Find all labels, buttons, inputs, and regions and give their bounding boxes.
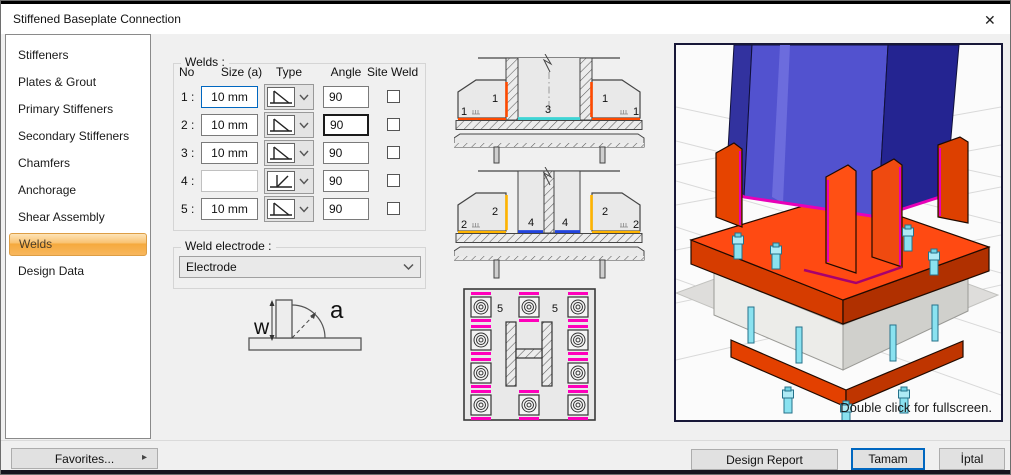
electrode-select[interactable]: Electrode (179, 256, 421, 278)
weld-size-input-2[interactable] (201, 114, 258, 136)
site-weld-checkbox-2[interactable] (387, 118, 400, 131)
preview-caption: Double click for fullscreen. (840, 400, 992, 415)
stiffened-baseplate-dialog: Stiffened Baseplate Connection ✕ Stiffen… (0, 0, 1011, 475)
model-3d-render (676, 45, 1001, 420)
column-header-angle: Angle (330, 65, 362, 79)
fillet-weld-icon (267, 87, 295, 107)
weld-angle-input-1[interactable] (323, 86, 369, 108)
taskbar-edge (1, 470, 1010, 474)
favorites-button[interactable]: Favorites... ▸ (11, 448, 158, 469)
weld-size-input-4[interactable] (201, 170, 258, 192)
weld-angle-input-4[interactable] (323, 170, 369, 192)
chevron-down-icon (299, 174, 309, 188)
column-header-type: Type (275, 65, 302, 79)
sidebar-item-primary-stiffeners[interactable]: Primary Stiffeners (6, 96, 150, 123)
flyout-arrow-icon: ▸ (141, 452, 147, 463)
row-label: 3 : (181, 146, 195, 160)
close-icon[interactable]: ✕ (978, 10, 1000, 30)
model-preview-3d[interactable]: Double click for fullscreen. (674, 43, 1003, 422)
window-title: Stiffened Baseplate Connection (13, 12, 181, 26)
section-diagram-top: 1 1 1 1 3 (454, 54, 645, 164)
chevron-down-icon (299, 90, 309, 104)
chevron-down-icon (299, 202, 309, 216)
sidebar-item-chamfers[interactable]: Chamfers (6, 150, 150, 177)
site-weld-checkbox-5[interactable] (387, 202, 400, 215)
cancel-button[interactable]: İptal (939, 448, 1005, 470)
sidebar-item-secondary-stiffeners[interactable]: Secondary Stiffeners (6, 123, 150, 150)
weld1-label: 1 (602, 93, 608, 105)
sidebar-item-plates-grout[interactable]: Plates & Grout (6, 69, 150, 96)
column-header-size: Size (a) (220, 65, 263, 79)
electrode-selected-value: Electrode (186, 260, 237, 274)
weld-type-select-3[interactable] (264, 140, 314, 166)
weld1-label: 1 (633, 106, 639, 118)
weld2-label: 2 (602, 206, 608, 218)
a-label: a (330, 297, 344, 324)
chevron-down-icon (403, 263, 414, 271)
sidebar-item-anchorage[interactable]: Anchorage (6, 177, 150, 204)
weld1-label: 1 (492, 93, 498, 105)
column-header-site-weld: Site Weld (367, 65, 419, 79)
sidebar-item-design-data[interactable]: Design Data (6, 258, 150, 285)
sidebar-item-stiffeners[interactable]: Stiffeners (6, 42, 150, 69)
weld2-label: 2 (633, 219, 639, 231)
fillet-weld-icon (267, 115, 295, 135)
design-report-button[interactable]: Design Report (691, 449, 838, 470)
weld-angle-input-5[interactable] (323, 198, 369, 220)
w-label: w (253, 316, 270, 339)
row-label: 4 : (181, 174, 195, 188)
section-diagram-bottom: 2 2 2 2 4 4 (454, 167, 645, 279)
row-label: 2 : (181, 118, 195, 132)
weld-electrode-group-title: Weld electrode : (181, 239, 276, 253)
site-weld-checkbox-1[interactable] (387, 90, 400, 103)
weld2-label: 2 (492, 206, 498, 218)
weld-type-select-2[interactable] (264, 112, 314, 138)
weld-size-input-5[interactable] (201, 198, 258, 220)
bevel-weld-icon (267, 171, 295, 191)
weld5-label: 5 (497, 303, 503, 315)
sidebar-item-welds[interactable]: Welds (9, 233, 147, 256)
category-sidebar: Stiffeners Plates & Grout Primary Stiffe… (5, 34, 151, 439)
weld-size-input-3[interactable] (201, 142, 258, 164)
fillet-weld-icon (267, 143, 295, 163)
sidebar-item-shear-assembly[interactable]: Shear Assembly (6, 204, 150, 231)
footer-separator (1, 440, 1010, 441)
ok-button[interactable]: Tamam (851, 448, 925, 470)
row-label: 5 : (181, 202, 195, 216)
weld1-label: 1 (461, 106, 467, 118)
column-header-no: No (179, 65, 195, 79)
chevron-down-icon (299, 118, 309, 132)
weld-angle-input-2[interactable] (323, 114, 369, 136)
favorites-label: Favorites... (54, 451, 115, 466)
weld-size-input-1[interactable] (201, 86, 258, 108)
weld-type-select-4[interactable] (264, 168, 314, 194)
weld4-label: 4 (562, 217, 568, 229)
title-bar: Stiffened Baseplate Connection ✕ (1, 4, 1010, 34)
weld-size-symbol-diagram: w a (248, 297, 362, 351)
weld5-label: 5 (552, 303, 558, 315)
weld4-label: 4 (528, 217, 534, 229)
weld3-label: 3 (545, 104, 551, 116)
fillet-weld-icon (267, 199, 295, 219)
weld-type-select-5[interactable] (264, 196, 314, 222)
row-label: 1 : (181, 90, 195, 104)
weld-angle-input-3[interactable] (323, 142, 369, 164)
site-weld-checkbox-3[interactable] (387, 146, 400, 159)
chevron-down-icon (299, 146, 309, 160)
weld-type-select-1[interactable] (264, 84, 314, 110)
site-weld-checkbox-4[interactable] (387, 174, 400, 187)
plan-diagram: 5 5 (463, 288, 596, 421)
weld2-label: 2 (461, 219, 467, 231)
